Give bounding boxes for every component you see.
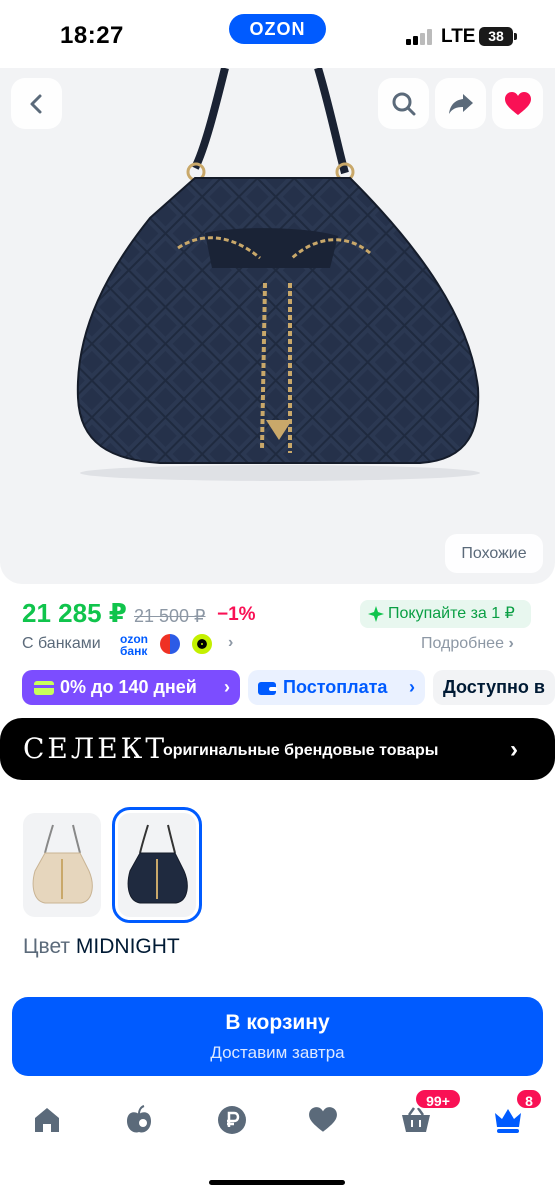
status-time: 18:27 — [60, 22, 124, 49]
heart-icon — [309, 1107, 337, 1132]
tab-home[interactable] — [27, 1100, 67, 1140]
buy-for-1-rub-badge[interactable]: Покупайте за 1 ₽ — [360, 600, 531, 628]
home-icon — [35, 1108, 59, 1132]
chevron-right-icon: › — [228, 634, 234, 651]
more-details-link[interactable]: Подробнее › — [421, 635, 514, 653]
back-button[interactable] — [11, 78, 62, 129]
tab-fresh[interactable] — [119, 1100, 159, 1140]
card-icon — [34, 681, 54, 695]
cart-button-title: В корзину — [225, 1011, 330, 1034]
banks-row[interactable]: С банками ozon банк › — [22, 633, 233, 657]
status-bar: 18:27 OZON LTE 38 — [0, 0, 555, 68]
variant-thumb-beige[interactable] — [23, 813, 101, 917]
search-icon — [392, 92, 415, 115]
select-text: оригинальные брендовые товары — [163, 742, 439, 759]
favorite-button[interactable] — [492, 78, 543, 129]
chevron-left-icon — [30, 94, 41, 113]
share-icon — [448, 93, 473, 114]
select-logo: СЕЛЕКТ — [23, 732, 168, 765]
chevron-right-icon: › — [510, 736, 518, 763]
product-image — [76, 68, 480, 481]
apple-icon — [127, 1105, 151, 1133]
tab-finance[interactable] — [212, 1100, 252, 1140]
select-banner[interactable]: СЕЛЕКТ оригинальные брендовые товары › — [0, 718, 555, 780]
chevron-right-icon: › — [508, 635, 514, 652]
variant-image — [32, 824, 93, 904]
sparkle-icon — [368, 606, 384, 622]
add-to-cart-button[interactable]: В корзину Доставим завтра — [12, 997, 543, 1076]
variant-image — [127, 824, 188, 904]
ozon-bank-logo: ozon банк — [120, 632, 148, 658]
ozon-logo: OZON — [229, 14, 326, 44]
discount-label: −1% — [217, 604, 256, 625]
current-price: 21 285 ₽ — [22, 598, 127, 628]
chevron-right-icon: › — [224, 677, 230, 697]
signal-icon — [406, 29, 436, 45]
cart-badge: 99+ — [414, 1088, 462, 1110]
credit-chip[interactable]: 0% до 140 дней › — [22, 670, 240, 705]
buy-for-label: Покупайте за 1 ₽ — [388, 605, 515, 622]
battery-icon: 38 — [479, 27, 517, 46]
bank-logo-icon — [160, 634, 180, 654]
ruble-icon — [218, 1106, 246, 1134]
cart-button-subtitle: Доставим завтра — [210, 1043, 345, 1062]
color-label: Цвет MIDNIGHT — [23, 935, 180, 959]
network-label: LTE — [441, 26, 476, 47]
bottom-tab-bar: 99+ 8 — [0, 1088, 555, 1152]
tab-favorites[interactable] — [303, 1100, 343, 1140]
variant-thumb-midnight[interactable] — [112, 807, 202, 923]
color-value: MIDNIGHT — [75, 935, 180, 958]
chevron-right-icon: › — [409, 677, 415, 697]
with-banks-label: С банками — [22, 635, 101, 652]
postpay-label: Постоплата — [283, 677, 388, 697]
search-button[interactable] — [378, 78, 429, 129]
credit-label: 0% до 140 дней — [60, 677, 197, 697]
more-label: Подробнее — [421, 635, 504, 652]
color-variants: Цвет MIDNIGHT — [0, 786, 555, 974]
heart-icon — [504, 91, 531, 115]
share-button[interactable] — [435, 78, 486, 129]
old-price: 21 500 ₽ — [134, 606, 206, 626]
bank-logo-icon — [192, 634, 212, 654]
color-label-text: Цвет — [23, 935, 71, 958]
basket-icon — [402, 1107, 430, 1132]
similar-button[interactable]: Похожие — [445, 534, 543, 573]
wallet-icon — [258, 682, 277, 695]
home-indicator — [209, 1180, 345, 1185]
postpay-chip[interactable]: Постоплата › — [248, 670, 425, 705]
profile-badge: 8 — [515, 1088, 543, 1110]
crown-icon — [495, 1109, 521, 1133]
availability-chip[interactable]: Доступно в — [433, 670, 555, 705]
product-gallery[interactable]: Похожие — [0, 68, 555, 584]
